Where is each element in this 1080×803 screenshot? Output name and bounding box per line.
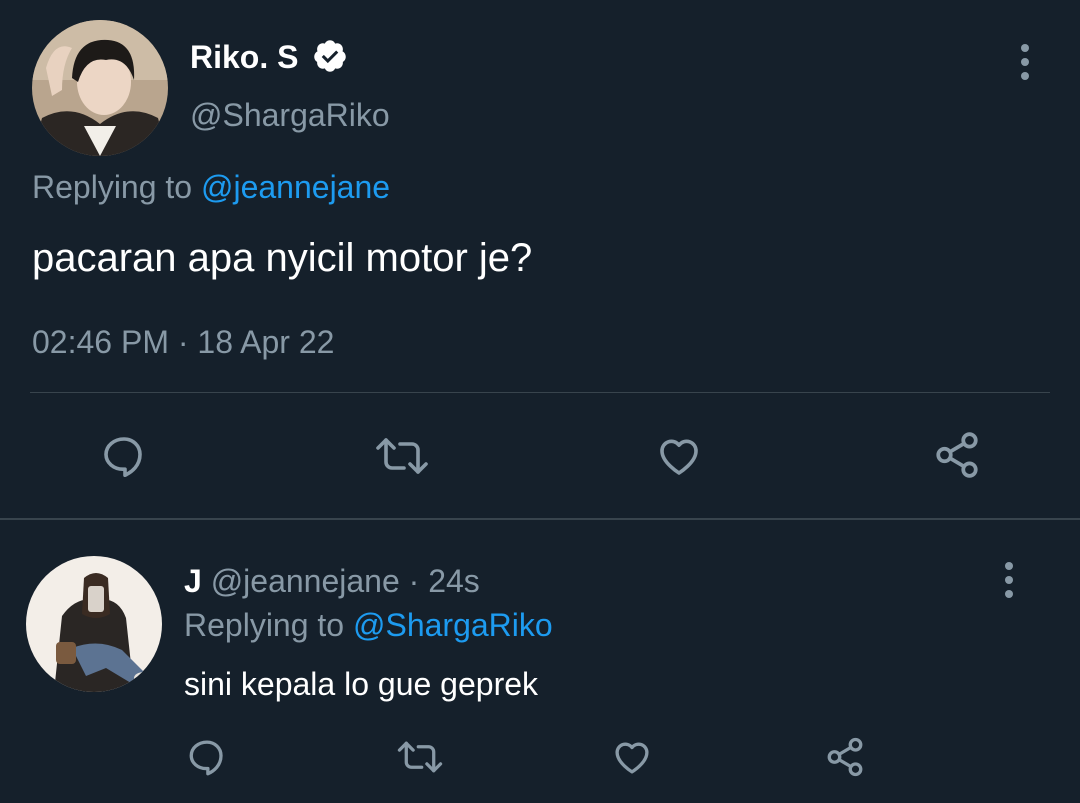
reply-header: J @jeannejane · 24s (184, 562, 480, 600)
reply-author-avatar[interactable] (26, 556, 162, 692)
replying-to-link[interactable]: @jeannejane (201, 169, 390, 205)
share-icon[interactable] (932, 430, 982, 480)
reply-text: sini kepala lo gue geprek (184, 666, 539, 702)
reply-more-vertical-icon[interactable] (1004, 562, 1014, 598)
like-icon[interactable] (654, 432, 704, 480)
section-divider (0, 518, 1080, 520)
retweet-icon[interactable] (374, 432, 430, 480)
tweet-divider (30, 392, 1050, 393)
tweet-text: pacaran apa nyicil motor je? (32, 236, 533, 280)
reply-retweet-icon[interactable] (396, 736, 444, 778)
tweet-timestamp[interactable]: 02:46 PM · 18 Apr 22 (32, 322, 334, 362)
reply-reply-icon[interactable] (186, 736, 228, 778)
reply-like-icon[interactable] (610, 736, 654, 778)
author-display-name[interactable]: Riko. S (190, 38, 298, 76)
replying-to-line: Replying to @jeannejane (32, 168, 390, 206)
reply-author-display-name[interactable]: J (184, 563, 202, 599)
reply-replying-to-link[interactable]: @ShargaRiko (353, 607, 553, 643)
reply-share-icon[interactable] (824, 736, 866, 778)
reply-replying-to-line: Replying to @ShargaRiko (184, 606, 553, 644)
author-handle[interactable]: @ShargaRiko (190, 96, 390, 134)
verified-badge-icon (312, 38, 348, 74)
more-vertical-icon[interactable] (1020, 44, 1030, 80)
reply-icon[interactable] (100, 432, 148, 480)
author-avatar[interactable] (32, 20, 168, 156)
replying-to-label: Replying to (32, 169, 193, 205)
reply-replying-to-label: Replying to (184, 607, 345, 643)
reply-author-handle-time[interactable]: @jeannejane · 24s (211, 563, 480, 599)
